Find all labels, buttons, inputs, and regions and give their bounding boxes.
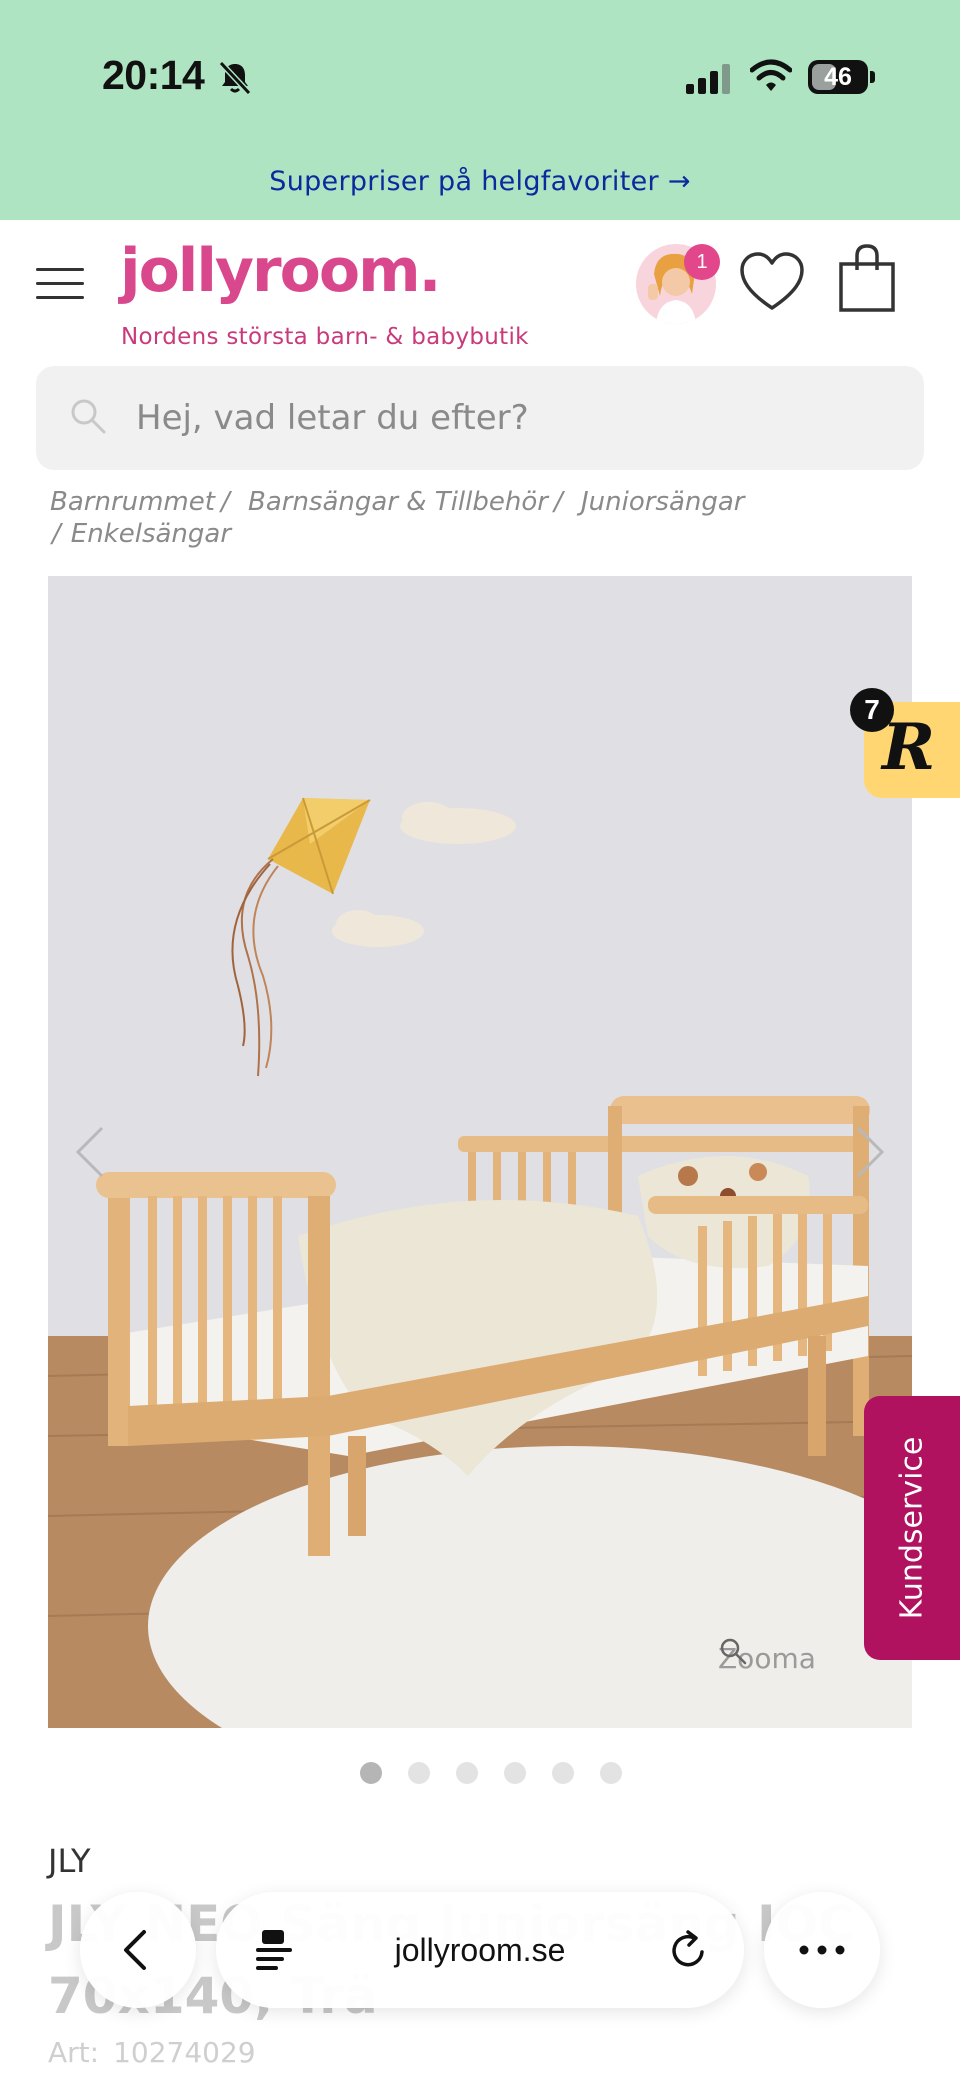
- breadcrumb-item-enkelsangar[interactable]: Enkelsängar: [71, 519, 231, 549]
- search-bar[interactable]: [36, 366, 924, 470]
- site-logo[interactable]: jollyroom.: [120, 236, 441, 306]
- hamburger-menu-icon[interactable]: [36, 266, 84, 302]
- carousel-dot[interactable]: [456, 1762, 478, 1784]
- article-number-row: Art: 10274029: [48, 2036, 270, 2069]
- chevron-left-icon: [124, 1930, 146, 1970]
- battery-tip: [870, 71, 875, 83]
- search-input[interactable]: [136, 366, 896, 470]
- browser-address-bar[interactable]: jollyroom.se: [216, 1892, 744, 2008]
- zoom-button[interactable]: Zooma: [718, 1636, 816, 1680]
- breadcrumb-item-barnsangar[interactable]: Barnsängar & Tillbehör: [248, 487, 548, 517]
- heart-icon[interactable]: [738, 250, 806, 314]
- more-icon: [799, 1945, 845, 1955]
- cellular-signal-icon: [686, 64, 730, 94]
- assistant-avatar-button[interactable]: 1: [636, 244, 720, 324]
- breadcrumb-item-juniorsangar[interactable]: Juniorsängar: [581, 487, 745, 517]
- reviews-count-badge: 7: [850, 688, 894, 732]
- breadcrumb-separator: /: [553, 487, 563, 517]
- promo-banner-link[interactable]: Superpriser på helgfavoriter →: [0, 166, 960, 197]
- bell-muted-icon: [218, 60, 252, 96]
- product-image-carousel[interactable]: Zooma: [48, 576, 912, 1728]
- carousel-dot[interactable]: [360, 1762, 382, 1784]
- carousel-dot[interactable]: [552, 1762, 574, 1784]
- browser-more-button[interactable]: [764, 1892, 880, 2008]
- battery-percent: 46: [824, 63, 852, 91]
- top-green-area: 20:14 46 Superpriser på helgfavoriter →: [0, 0, 960, 220]
- product-brand[interactable]: JLY: [48, 1842, 91, 1880]
- status-bar: 20:14 46: [0, 0, 960, 150]
- carousel-dot[interactable]: [600, 1762, 622, 1784]
- breadcrumb-item-barnrummet[interactable]: Barnrummet: [50, 487, 215, 517]
- magnifier-icon: [720, 1638, 747, 1665]
- browser-url-text: jollyroom.se: [394, 1932, 566, 1968]
- site-tagline: Nordens största barn- & babybutik: [121, 324, 529, 350]
- carousel-dot[interactable]: [504, 1762, 526, 1784]
- status-time: 20:14: [102, 52, 205, 98]
- breadcrumb: Barnrummet / Barnsängar & Tillbehör / Juni…: [50, 486, 790, 550]
- carousel-pagination: [360, 1762, 622, 1786]
- breadcrumb-separator: /: [220, 487, 230, 517]
- notification-badge: 1: [684, 244, 720, 280]
- carousel-prev-arrow-icon[interactable]: [70, 1122, 110, 1182]
- battery-indicator: 46: [808, 60, 875, 94]
- browser-back-button[interactable]: [80, 1892, 196, 2008]
- shopping-bag-icon[interactable]: [838, 242, 896, 314]
- carousel-next-arrow-icon[interactable]: [850, 1122, 890, 1182]
- product-photo-bed: [48, 576, 912, 1728]
- carousel-dot[interactable]: [408, 1762, 430, 1784]
- breadcrumb-separator: /: [52, 519, 61, 549]
- customer-service-tab[interactable]: Kundservice: [864, 1396, 960, 1660]
- article-label: Art:: [48, 2036, 100, 2069]
- search-icon: [71, 399, 106, 434]
- reload-icon[interactable]: [668, 1930, 710, 1972]
- customer-service-label: Kundservice: [894, 1436, 930, 1620]
- wifi-icon: [750, 59, 792, 91]
- site-header: jollyroom. Nordens största barn- & babyb…: [0, 220, 960, 360]
- article-number: 10274029: [113, 2036, 256, 2069]
